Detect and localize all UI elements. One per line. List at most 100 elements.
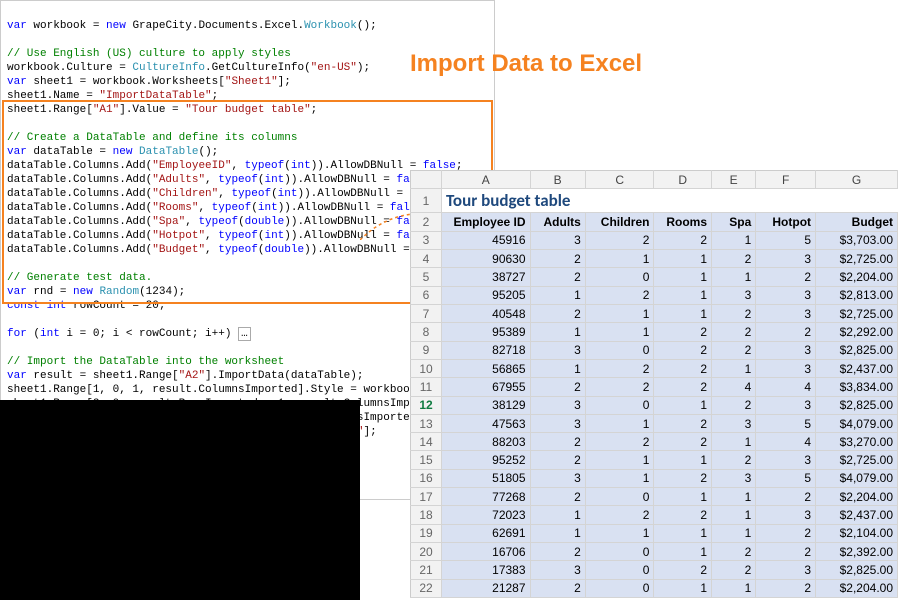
cell[interactable]: 0	[585, 268, 654, 286]
cell[interactable]: 3	[756, 359, 816, 377]
col-B[interactable]: B	[530, 171, 585, 189]
cell[interactable]: 1	[654, 304, 712, 322]
row-head[interactable]: 9	[411, 341, 442, 359]
row-head[interactable]: 10	[411, 359, 442, 377]
cell[interactable]: 2	[530, 250, 585, 268]
cell[interactable]: $3,703.00	[816, 231, 898, 249]
cell[interactable]: 0	[585, 341, 654, 359]
cell[interactable]: 5	[756, 231, 816, 249]
cell[interactable]: 0	[585, 561, 654, 579]
cell[interactable]: 2	[585, 378, 654, 396]
cell[interactable]: 2	[712, 250, 756, 268]
cell[interactable]: 1	[654, 268, 712, 286]
col-header[interactable]: Budget	[816, 213, 898, 231]
cell[interactable]: 2	[654, 359, 712, 377]
cell[interactable]: 3	[712, 414, 756, 432]
row-head[interactable]: 22	[411, 579, 442, 597]
cell[interactable]: 2	[530, 451, 585, 469]
cell[interactable]: 1	[712, 359, 756, 377]
cell[interactable]: 2	[530, 433, 585, 451]
cell[interactable]: $2,204.00	[816, 268, 898, 286]
cell[interactable]: 2	[712, 396, 756, 414]
cell[interactable]: 2	[712, 561, 756, 579]
cell[interactable]: $2,292.00	[816, 323, 898, 341]
row-head[interactable]: 1	[411, 189, 442, 213]
cell[interactable]: $4,079.00	[816, 469, 898, 487]
cell[interactable]: 2	[756, 488, 816, 506]
cell[interactable]: 88203	[441, 433, 530, 451]
cell[interactable]: 0	[585, 543, 654, 561]
col-G[interactable]: G	[816, 171, 898, 189]
row-head[interactable]: 4	[411, 250, 442, 268]
col-E[interactable]: E	[712, 171, 756, 189]
cell[interactable]: 3	[756, 304, 816, 322]
row-head[interactable]: 18	[411, 506, 442, 524]
col-header[interactable]: Rooms	[654, 213, 712, 231]
cell[interactable]: 1	[530, 524, 585, 542]
cell[interactable]: 45916	[441, 231, 530, 249]
row-head[interactable]: 13	[411, 414, 442, 432]
col-header[interactable]: Employee ID	[441, 213, 530, 231]
col-header-row[interactable]: A B C D E F G	[411, 171, 898, 189]
cell[interactable]: 2	[654, 433, 712, 451]
cell[interactable]: 3	[530, 561, 585, 579]
cell[interactable]: 67955	[441, 378, 530, 396]
row-head[interactable]: 14	[411, 433, 442, 451]
cell[interactable]: 1	[530, 323, 585, 341]
cell[interactable]: 47563	[441, 414, 530, 432]
cell[interactable]: 2	[585, 506, 654, 524]
row-head[interactable]: 15	[411, 451, 442, 469]
cell[interactable]: 1	[654, 543, 712, 561]
col-header[interactable]: Adults	[530, 213, 585, 231]
col-A[interactable]: A	[441, 171, 530, 189]
cell[interactable]: 95252	[441, 451, 530, 469]
cell[interactable]: 1	[712, 524, 756, 542]
cell[interactable]: 3	[712, 286, 756, 304]
cell[interactable]: 1	[654, 488, 712, 506]
row-head[interactable]: 16	[411, 469, 442, 487]
cell[interactable]: 2	[712, 451, 756, 469]
cell[interactable]: 72023	[441, 506, 530, 524]
cell[interactable]: 2	[712, 304, 756, 322]
cell[interactable]: 2	[654, 506, 712, 524]
cell[interactable]: 2	[530, 543, 585, 561]
cell[interactable]: 3	[756, 396, 816, 414]
cell[interactable]: 2	[530, 378, 585, 396]
cell[interactable]: 0	[585, 396, 654, 414]
cell[interactable]: 3	[756, 286, 816, 304]
row-head[interactable]: 12	[411, 396, 442, 414]
cell[interactable]: 2	[712, 323, 756, 341]
cell[interactable]: 3	[756, 561, 816, 579]
cell[interactable]: 1	[585, 469, 654, 487]
cell[interactable]: 2	[585, 359, 654, 377]
cell[interactable]: $2,825.00	[816, 341, 898, 359]
row-head[interactable]: 17	[411, 488, 442, 506]
expand-icon[interactable]: …	[238, 327, 251, 341]
cell[interactable]: $2,825.00	[816, 561, 898, 579]
cell[interactable]: 3	[530, 341, 585, 359]
cell[interactable]: $2,725.00	[816, 451, 898, 469]
cell[interactable]: 1	[654, 286, 712, 304]
sheet-title[interactable]: Tour budget table	[441, 189, 585, 213]
cell[interactable]: 1	[585, 323, 654, 341]
cell[interactable]: 77268	[441, 488, 530, 506]
cell[interactable]: 1	[654, 396, 712, 414]
cell[interactable]: 2	[530, 488, 585, 506]
cell[interactable]: 2	[654, 231, 712, 249]
cell[interactable]: 3	[756, 506, 816, 524]
cell[interactable]: 1	[530, 506, 585, 524]
cell[interactable]: 1	[585, 304, 654, 322]
col-header[interactable]: Hotpot	[756, 213, 816, 231]
cell[interactable]: 2	[712, 341, 756, 359]
row-head[interactable]: 5	[411, 268, 442, 286]
cell[interactable]: 1	[712, 579, 756, 597]
row-head[interactable]: 6	[411, 286, 442, 304]
cell[interactable]: $2,437.00	[816, 359, 898, 377]
row-head[interactable]: 7	[411, 304, 442, 322]
corner-cell[interactable]	[411, 171, 442, 189]
cell[interactable]: 95205	[441, 286, 530, 304]
cell[interactable]: 1	[530, 359, 585, 377]
cell[interactable]: $2,813.00	[816, 286, 898, 304]
row-head[interactable]: 8	[411, 323, 442, 341]
row-head[interactable]: 2	[411, 213, 442, 231]
